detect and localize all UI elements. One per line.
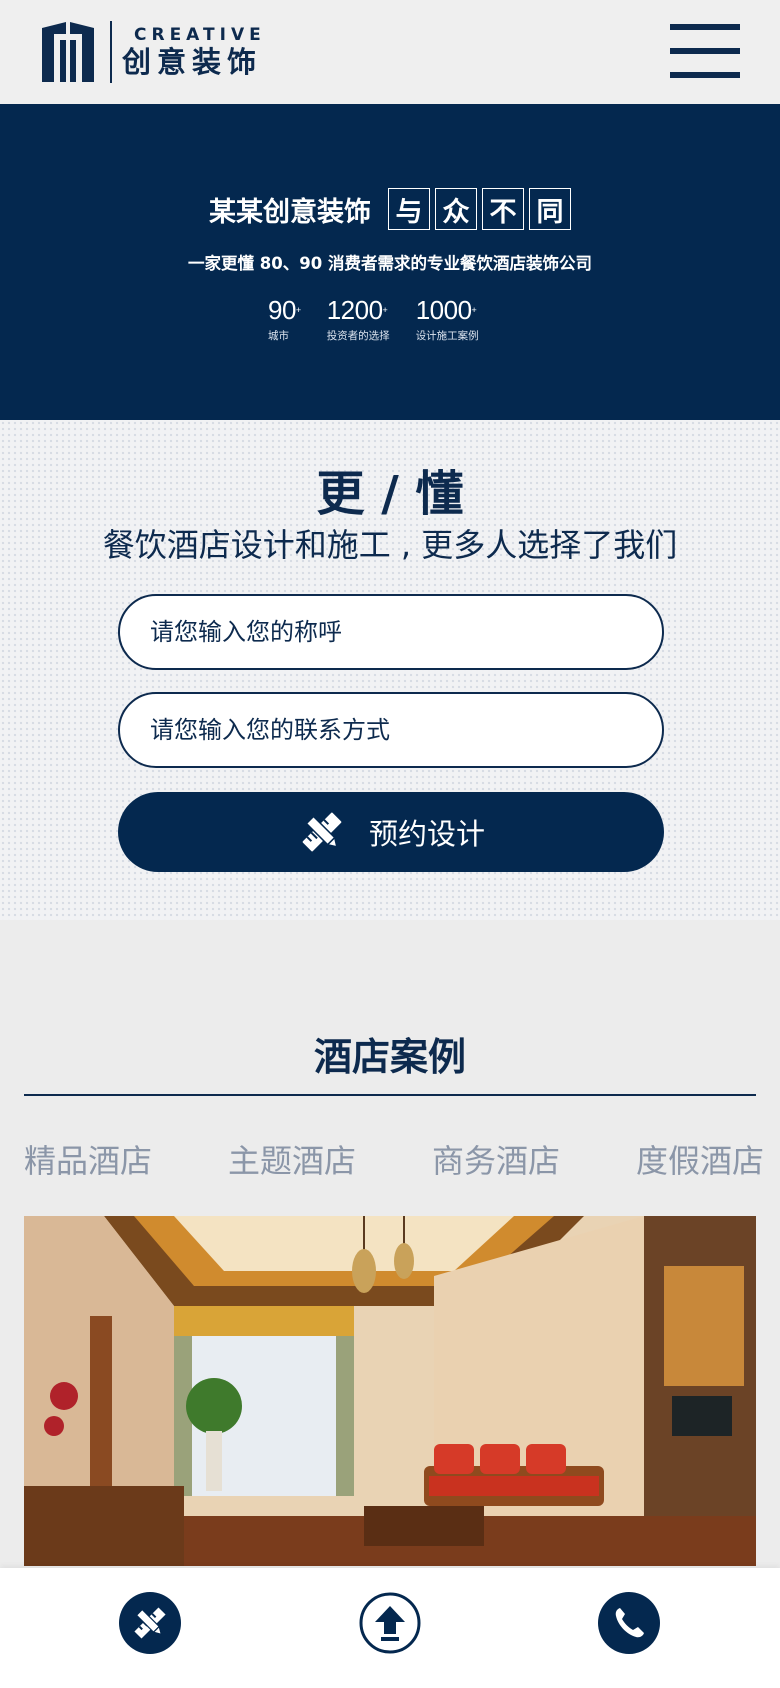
header: CREATIVE 创意装饰 xyxy=(0,0,780,104)
slogan-char-box: 不 xyxy=(482,188,524,230)
tab-boutique-hotel[interactable]: 精品酒店 xyxy=(24,1136,152,1182)
tab-theme-hotel[interactable]: 主题酒店 xyxy=(228,1136,356,1182)
logo-text: CREATIVE 创意装饰 xyxy=(122,25,266,79)
book-design-button[interactable]: 预约设计 xyxy=(118,792,664,872)
slogan-char-box: 同 xyxy=(529,188,571,230)
case-image[interactable] xyxy=(24,1216,756,1566)
stat-label: 城市 xyxy=(268,330,289,342)
stat-investors: 1200+ 投资者的选择 xyxy=(327,296,390,343)
logo[interactable]: CREATIVE 创意装饰 xyxy=(40,20,266,84)
hero-banner: 某某创意装饰 与 众 不 同 一家更懂 80、90 消费者需求的专业餐饮酒店装饰… xyxy=(0,104,780,420)
name-input[interactable] xyxy=(150,618,662,646)
form-title: 更 / 懂 xyxy=(316,466,464,522)
logo-divider xyxy=(110,21,112,83)
stat-cities: 90+ 城市 xyxy=(268,296,301,343)
name-field-wrapper xyxy=(118,594,664,670)
book-design-label: 预约设计 xyxy=(368,817,485,851)
logo-en: CREATIVE xyxy=(134,25,266,45)
booking-form-section: 更 / 懂 餐饮酒店设计和施工 , 更多人选择了我们 预约设计 xyxy=(0,420,780,920)
case-tabs: 精品酒店 主题酒店 商务酒店 度假酒店 xyxy=(24,1136,764,1182)
arrow-up-icon[interactable] xyxy=(359,1592,421,1654)
phone-icon[interactable] xyxy=(598,1592,660,1654)
stat-value: 1200 xyxy=(326,295,383,325)
stat-suffix: + xyxy=(295,305,301,315)
slogan: 某某创意装饰 与 众 不 同 xyxy=(0,188,780,230)
stat-value: 1000 xyxy=(415,295,472,325)
contact-field-wrapper xyxy=(118,692,664,768)
stat-value: 90 xyxy=(268,295,296,325)
stat-suffix: + xyxy=(382,305,388,315)
logo-mark-icon xyxy=(42,22,94,82)
tab-business-hotel[interactable]: 商务酒店 xyxy=(432,1136,560,1182)
banner-subtitle: 一家更懂 80、90 消费者需求的专业餐饮酒店装饰公司 xyxy=(188,254,592,273)
form-subtitle: 餐饮酒店设计和施工 , 更多人选择了我们 xyxy=(102,526,678,564)
slogan-char-box: 与 xyxy=(388,188,430,230)
stat-label: 投资者的选择 xyxy=(326,330,390,342)
cases-divider xyxy=(24,1094,756,1096)
hamburger-menu-icon[interactable] xyxy=(670,24,742,78)
hotel-room-photo xyxy=(24,1216,756,1566)
stat-suffix: + xyxy=(471,305,477,315)
slogan-main: 某某创意装饰 xyxy=(209,197,371,228)
stat-label: 设计施工案例 xyxy=(415,330,479,342)
cases-title: 酒店案例 xyxy=(313,1035,466,1079)
slogan-char-box: 众 xyxy=(435,188,477,230)
ruler-pencil-icon[interactable] xyxy=(119,1592,181,1654)
tab-resort-hotel[interactable]: 度假酒店 xyxy=(636,1136,764,1182)
stat-cases: 1000+ 设计施工案例 xyxy=(416,296,479,343)
logo-cn: 创意装饰 xyxy=(122,45,263,79)
ruler-pencil-icon xyxy=(302,812,342,852)
bottom-bar xyxy=(0,1568,780,1688)
stats: 90+ 城市 1200+ 投资者的选择 1000+ 设计施工案例 xyxy=(268,296,505,343)
contact-input[interactable] xyxy=(150,716,662,744)
